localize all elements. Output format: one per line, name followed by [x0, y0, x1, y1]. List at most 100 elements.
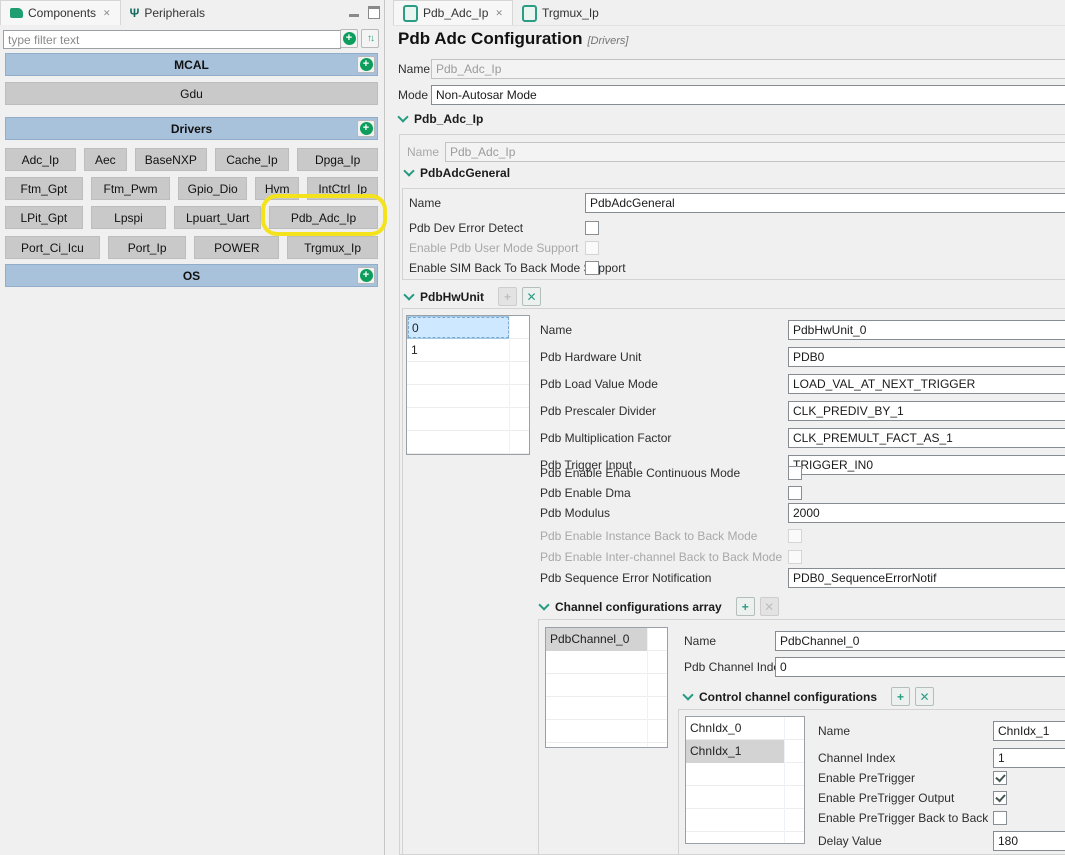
list-item[interactable]: PdbChannel_0 — [546, 628, 648, 651]
continuous-mode-checkbox[interactable] — [788, 466, 802, 480]
component-button-pdb-adc-ip[interactable]: Pdb_Adc_Ip — [269, 206, 378, 229]
trigger-input-field[interactable] — [788, 455, 1065, 475]
editor-tab-trgmux-ip[interactable]: Trgmux_Ip — [513, 1, 608, 25]
minimize-icon[interactable] — [349, 14, 359, 17]
mode-field[interactable] — [431, 85, 1065, 105]
group-label: OS — [182, 268, 201, 283]
section-pdb-hw-unit[interactable]: PdbHwUnit + ✕ — [403, 287, 541, 306]
close-icon[interactable]: ✕ — [495, 8, 503, 19]
group-header-mcal: MCAL + — [5, 53, 378, 76]
modulus-field[interactable] — [788, 503, 1065, 523]
hw-name-label: Name — [540, 323, 573, 337]
add-control-channel-button[interactable]: + — [891, 687, 911, 706]
maximize-icon[interactable] — [368, 6, 380, 19]
left-tabbar: Components ✕ Ψ Peripherals — [0, 0, 384, 25]
remove-control-channel-button[interactable]: ✕ — [915, 687, 935, 706]
pretrigger-b2b-checkbox[interactable] — [993, 811, 1007, 825]
component-button-gdu[interactable]: Gdu — [5, 82, 378, 105]
pretrigger-label: Enable PreTrigger — [818, 771, 915, 785]
component-button-lpuart-uart[interactable]: Lpuart_Uart — [174, 206, 262, 229]
interchannel-b2b-label: Pdb Enable Inter-channel Back to Back Mo… — [540, 550, 783, 564]
section-channel-configurations[interactable]: Channel configurations array + ✕ — [538, 597, 779, 616]
control-index-label: Channel Index — [818, 751, 896, 765]
component-button-port-ip[interactable]: Port_Ip — [107, 236, 187, 259]
section-pdb-adc-general[interactable]: PdbAdcGeneral — [403, 165, 510, 180]
sim-b2b-checkbox[interactable] — [585, 261, 599, 275]
list-item[interactable]: ChnIdx_1 — [686, 740, 785, 763]
section-control-channel-configurations[interactable]: Control channel configurations + ✕ — [682, 687, 935, 706]
component-button-trgmux-ip[interactable]: Trgmux_Ip — [287, 236, 378, 259]
hw-unit-field[interactable] — [788, 347, 1065, 367]
component-button-basenxp[interactable]: BaseNXP — [135, 148, 207, 171]
load-value-mode-field[interactable] — [788, 374, 1065, 394]
component-button-lpit-gpt[interactable]: LPit_Gpt — [5, 206, 83, 229]
hw-unit-label: Pdb Hardware Unit — [540, 350, 642, 364]
chevron-down-icon — [403, 288, 415, 301]
filter-input[interactable] — [3, 30, 341, 49]
general-name-field[interactable] — [585, 193, 1065, 213]
name-label: Name — [398, 62, 431, 76]
component-button-ftm-gpt[interactable]: Ftm_Gpt — [5, 177, 83, 200]
control-index-field[interactable] — [993, 748, 1065, 768]
sort-button[interactable]: ↑↓ — [361, 29, 379, 48]
group-header-os: OS + — [5, 264, 378, 287]
remove-channel-button: ✕ — [759, 597, 779, 616]
component-button-ftm-pwm[interactable]: Ftm_Pwm — [90, 177, 171, 200]
add-component-button[interactable]: + — [340, 29, 358, 48]
dev-error-detect-checkbox[interactable] — [585, 221, 599, 235]
sequence-error-field[interactable] — [788, 568, 1065, 588]
driver-row-4: Port_Ci_Icu Port_Ip POWER Trgmux_Ip — [5, 236, 378, 259]
mode-label: Mode — [398, 88, 429, 102]
hw-name-field[interactable] — [788, 320, 1065, 340]
name-field[interactable] — [431, 59, 1065, 79]
group-header-drivers: Drivers + — [5, 117, 378, 140]
close-icon[interactable]: ✕ — [103, 8, 111, 19]
page-category: [Drivers] — [587, 35, 629, 47]
enable-dma-checkbox[interactable] — [788, 486, 802, 500]
components-panel: Components ✕ Ψ Peripherals + ↑↓ MCAL + G… — [0, 0, 387, 855]
component-button-adc-ip[interactable]: Adc_Ip — [5, 148, 76, 171]
section-pdb-adc-ip[interactable]: Pdb_Adc_Ip — [397, 111, 483, 126]
channel-name-field[interactable] — [775, 631, 1065, 651]
remove-hw-unit-button[interactable]: ✕ — [522, 287, 541, 306]
load-value-mode-label: Pdb Load Value Mode — [540, 377, 658, 391]
control-name-field[interactable] — [993, 721, 1065, 741]
component-button-cache-ip[interactable]: Cache_Ip — [214, 148, 290, 171]
add-channel-button[interactable]: + — [735, 597, 755, 616]
pretrigger-output-checkbox[interactable] — [993, 791, 1007, 805]
component-button-intctrl-ip[interactable]: IntCtrl_Ip — [307, 177, 378, 200]
list-item[interactable]: ChnIdx_0 — [686, 717, 785, 740]
component-button-port-ci-icu[interactable]: Port_Ci_Icu — [5, 236, 100, 259]
prescaler-divider-field[interactable] — [788, 401, 1065, 421]
plus-circle-icon: + — [342, 32, 356, 45]
tab-peripherals[interactable]: Ψ Peripherals — [121, 1, 214, 25]
add-mcal-button[interactable]: + — [357, 56, 375, 73]
root-name-field[interactable] — [445, 142, 1065, 162]
pretrigger-checkbox[interactable] — [993, 771, 1007, 785]
tab-peripherals-label: Peripherals — [144, 5, 206, 20]
component-button-dpga-ip[interactable]: Dpga_Ip — [297, 148, 378, 171]
multiplication-factor-label: Pdb Multiplication Factor — [540, 431, 672, 445]
tab-components[interactable]: Components ✕ — [0, 0, 121, 25]
delay-value-field[interactable] — [993, 831, 1065, 851]
component-button-lpspi[interactable]: Lpspi — [90, 206, 167, 229]
dev-error-detect-label: Pdb Dev Error Detect — [409, 221, 524, 235]
add-os-button[interactable]: + — [357, 267, 375, 284]
multiplication-factor-field[interactable] — [788, 428, 1065, 448]
add-hw-unit-button: + — [498, 287, 517, 306]
component-button-power[interactable]: POWER — [194, 236, 280, 259]
add-driver-button[interactable]: + — [357, 120, 375, 137]
group-label: Drivers — [170, 121, 213, 136]
component-button-aec[interactable]: Aec — [83, 148, 127, 171]
panel-window-buttons — [349, 6, 380, 19]
component-button-gpio-dio[interactable]: Gpio_Dio — [178, 177, 247, 200]
interchannel-b2b-checkbox — [788, 550, 802, 564]
channel-index-field[interactable] — [775, 657, 1065, 677]
editor-tab-pdb-adc-ip[interactable]: Pdb_Adc_Ip ✕ — [393, 0, 513, 25]
editor-panel: Pdb_Adc_Ip ✕ Trgmux_Ip Pdb Adc Configura… — [393, 0, 1065, 855]
delay-value-label: Delay Value — [818, 834, 882, 848]
list-item[interactable]: 0 — [407, 316, 510, 339]
document-icon — [521, 4, 537, 22]
list-item[interactable]: 1 — [407, 339, 510, 362]
component-button-hvm[interactable]: Hvm — [254, 177, 300, 200]
